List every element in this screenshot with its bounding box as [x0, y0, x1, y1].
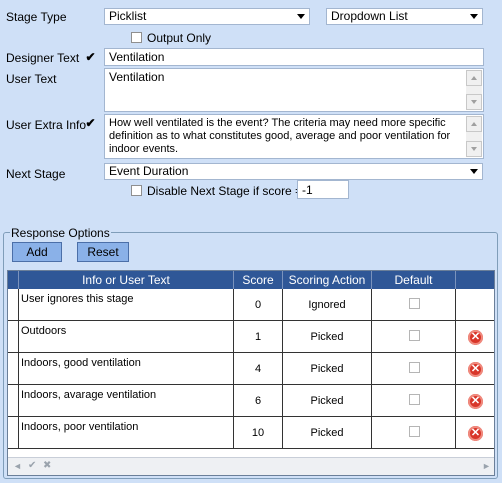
row-indicator[interactable] — [8, 321, 19, 352]
control-type-value: Dropdown List — [331, 9, 408, 23]
table-row[interactable]: User ignores this stage 0 Ignored — [8, 289, 494, 321]
disable-next-stage-label: Disable Next Stage if score = — [147, 184, 303, 198]
header-delete — [456, 271, 494, 289]
response-options-grid: Info or User Text Score Scoring Action D… — [7, 270, 495, 476]
row-default-checkbox[interactable] — [409, 394, 420, 405]
row-score[interactable]: 1 — [234, 321, 283, 352]
user-extra-info-input[interactable]: How well ventilated is the event? The cr… — [104, 114, 484, 159]
response-options-title: Response Options — [10, 226, 111, 240]
next-stage-value: Event Duration — [109, 164, 189, 178]
arrow-down-icon — [471, 100, 477, 104]
row-delete-cell: ✕ — [456, 321, 494, 352]
stage-type-value: Picklist — [109, 9, 147, 23]
row-scoring-action[interactable]: Picked — [283, 353, 372, 384]
chevron-down-icon — [297, 14, 305, 19]
add-button[interactable]: Add — [12, 242, 62, 262]
header-default[interactable]: Default — [372, 271, 456, 289]
user-extra-info-label: User Extra Info — [6, 118, 87, 132]
table-row[interactable]: Indoors, avarage ventilation 6 Picked ✕ — [8, 385, 494, 417]
delete-icon[interactable]: ✕ — [468, 394, 483, 409]
header-scoring-action[interactable]: Scoring Action — [283, 271, 372, 289]
next-stage-select[interactable]: Event Duration — [104, 163, 483, 180]
row-default-cell — [372, 353, 456, 384]
scroll-up-button[interactable] — [466, 70, 482, 86]
nav-prev-icon[interactable]: ◄ — [13, 461, 22, 471]
output-only-label: Output Only — [147, 31, 212, 45]
row-default-cell — [372, 321, 456, 352]
designer-text-label: Designer Text — [6, 51, 80, 65]
designer-text-input[interactable]: Ventilation — [104, 48, 484, 66]
row-score[interactable]: 0 — [234, 289, 283, 320]
row-delete-cell: ✕ — [456, 353, 494, 384]
row-indicator[interactable] — [8, 417, 19, 448]
scroll-down-button[interactable] — [466, 94, 482, 110]
table-row[interactable]: Indoors, poor ventilation 10 Picked ✕ — [8, 417, 494, 449]
output-only-checkbox[interactable] — [131, 32, 142, 43]
table-row[interactable]: Indoors, good ventilation 4 Picked ✕ — [8, 353, 494, 385]
control-type-select[interactable]: Dropdown List — [326, 8, 483, 25]
row-text[interactable]: Outdoors — [19, 321, 234, 352]
row-default-checkbox[interactable] — [409, 426, 420, 437]
row-default-cell — [372, 385, 456, 416]
row-indicator[interactable] — [8, 353, 19, 384]
delete-icon[interactable]: ✕ — [468, 362, 483, 377]
designer-text-value: Ventilation — [109, 50, 165, 64]
disable-score-value: -1 — [302, 183, 313, 197]
row-delete-cell: ✕ — [456, 417, 494, 448]
row-delete-cell — [456, 289, 494, 320]
chevron-down-icon — [470, 169, 478, 174]
nav-confirm-icon[interactable]: ✔ — [28, 460, 36, 471]
stage-type-label: Stage Type — [6, 10, 67, 24]
chevron-down-icon — [470, 14, 478, 19]
row-text[interactable]: Indoors, good ventilation — [19, 353, 234, 384]
row-default-checkbox[interactable] — [409, 298, 420, 309]
row-default-cell — [372, 417, 456, 448]
row-delete-cell: ✕ — [456, 385, 494, 416]
user-text-scrollbar[interactable] — [466, 70, 482, 110]
user-text-input[interactable]: Ventilation — [104, 68, 484, 112]
user-extra-info-checkbox[interactable]: ✔ — [84, 117, 97, 130]
header-indicator — [8, 271, 19, 289]
row-text[interactable]: Indoors, avarage ventilation — [19, 385, 234, 416]
row-scoring-action[interactable]: Picked — [283, 385, 372, 416]
reset-button[interactable]: Reset — [77, 242, 129, 262]
row-text[interactable]: User ignores this stage — [19, 289, 234, 320]
row-score[interactable]: 4 — [234, 353, 283, 384]
nav-cancel-icon[interactable]: ✖ — [43, 460, 51, 471]
stage-type-select[interactable]: Picklist — [104, 8, 310, 25]
row-scoring-action[interactable]: Ignored — [283, 289, 372, 320]
row-text[interactable]: Indoors, poor ventilation — [19, 417, 234, 448]
row-indicator[interactable] — [8, 289, 19, 320]
table-row[interactable]: Outdoors 1 Picked ✕ — [8, 321, 494, 353]
row-default-cell — [372, 289, 456, 320]
user-extra-info-scrollbar[interactable] — [466, 116, 482, 157]
header-info-or-user-text[interactable]: Info or User Text — [19, 271, 234, 289]
user-extra-info-value: How well ventilated is the event? The cr… — [109, 117, 451, 155]
designer-text-checkbox[interactable]: ✔ — [84, 51, 97, 64]
grid-navigator: ◄ ✔ ✖ ► — [8, 457, 494, 475]
row-scoring-action[interactable]: Picked — [283, 321, 372, 352]
arrow-up-icon — [471, 122, 477, 126]
row-scoring-action[interactable]: Picked — [283, 417, 372, 448]
disable-score-input[interactable]: -1 — [297, 180, 349, 199]
scroll-down-button[interactable] — [466, 141, 482, 157]
row-default-checkbox[interactable] — [409, 362, 420, 373]
user-text-label: User Text — [6, 72, 57, 86]
row-score[interactable]: 10 — [234, 417, 283, 448]
delete-icon[interactable]: ✕ — [468, 330, 483, 345]
row-default-checkbox[interactable] — [409, 330, 420, 341]
arrow-up-icon — [471, 76, 477, 80]
next-stage-label: Next Stage — [6, 167, 66, 181]
user-text-value: Ventilation — [109, 70, 165, 84]
nav-next-icon[interactable]: ► — [482, 461, 491, 471]
arrow-down-icon — [471, 147, 477, 151]
scroll-up-button[interactable] — [466, 116, 482, 132]
row-indicator[interactable] — [8, 385, 19, 416]
grid-header: Info or User Text Score Scoring Action D… — [8, 271, 494, 289]
delete-icon[interactable]: ✕ — [468, 426, 483, 441]
row-score[interactable]: 6 — [234, 385, 283, 416]
header-score[interactable]: Score — [234, 271, 283, 289]
disable-next-stage-checkbox[interactable] — [131, 185, 142, 196]
